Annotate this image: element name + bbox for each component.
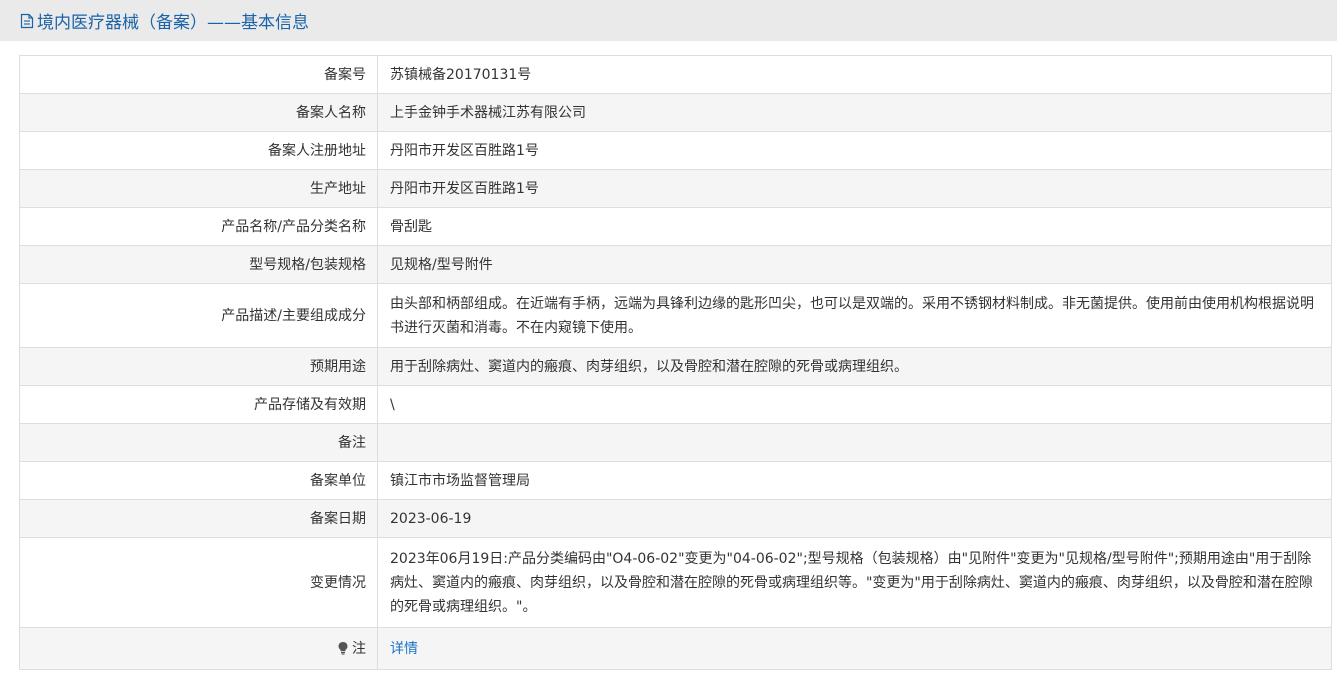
table-row: 备案人注册地址 丹阳市开发区百胜路1号 [19,131,1332,170]
info-table: 备案号 苏镇械备20170131号 备案人名称 上手金钟手术器械江苏有限公司 备… [19,55,1332,670]
row-value: 由头部和柄部组成。在近端有手柄，远端为具锋利边缘的匙形凹尖，也可以是双端的。采用… [377,283,1332,348]
row-label: 备注 [19,423,378,462]
row-value: 苏镇械备20170131号 [377,55,1332,94]
row-value: 2023-06-19 [377,499,1332,538]
info-table-container: 备案号 苏镇械备20170131号 备案人名称 上手金钟手术器械江苏有限公司 备… [19,55,1332,670]
row-label: 备案号 [19,55,378,94]
row-label: 产品存储及有效期 [19,385,378,424]
row-value: 2023年06月19日:产品分类编码由"O4-06-02"变更为"04-06-0… [377,537,1332,628]
table-row: 备注 [19,423,1332,462]
row-value: \ [377,385,1332,424]
row-label: 备案日期 [19,499,378,538]
row-label: 备案人名称 [19,93,378,132]
note-label-cell: 注 [19,627,378,670]
table-row: 备案号 苏镇械备20170131号 [19,55,1332,94]
page-title: 境内医疗器械（备案）——基本信息 [37,13,309,33]
row-value: 用于刮除病灶、窦道内的瘢痕、肉芽组织，以及骨腔和潜在腔隙的死骨或病理组织。 [377,347,1332,386]
row-value [377,423,1332,462]
note-value-cell: 详情 [377,627,1332,670]
page-header: 境内医疗器械（备案）——基本信息 [0,0,1337,41]
row-value: 上手金钟手术器械江苏有限公司 [377,93,1332,132]
row-value: 骨刮匙 [377,207,1332,246]
table-row: 产品名称/产品分类名称 骨刮匙 [19,207,1332,246]
row-label: 备案人注册地址 [19,131,378,170]
table-row: 备案日期 2023-06-19 [19,499,1332,538]
row-label: 变更情况 [19,537,378,628]
row-label: 产品名称/产品分类名称 [19,207,378,246]
row-label: 预期用途 [19,347,378,386]
table-row: 生产地址 丹阳市开发区百胜路1号 [19,169,1332,208]
row-label: 型号规格/包装规格 [19,245,378,284]
table-row: 备案人名称 上手金钟手术器械江苏有限公司 [19,93,1332,132]
note-row: 注 详情 [19,627,1332,670]
document-icon [20,13,34,29]
table-row: 产品描述/主要组成成分 由头部和柄部组成。在近端有手柄，远端为具锋利边缘的匙形凹… [19,283,1332,348]
note-label: 注 [352,640,366,657]
table-row: 备案单位 镇江市市场监督管理局 [19,461,1332,500]
table-row: 变更情况 2023年06月19日:产品分类编码由"O4-06-02"变更为"04… [19,537,1332,628]
row-label: 备案单位 [19,461,378,500]
row-value: 丹阳市开发区百胜路1号 [377,131,1332,170]
details-link[interactable]: 详情 [390,641,418,657]
row-label: 产品描述/主要组成成分 [19,283,378,348]
row-value: 镇江市市场监督管理局 [377,461,1332,500]
table-row: 预期用途 用于刮除病灶、窦道内的瘢痕、肉芽组织，以及骨腔和潜在腔隙的死骨或病理组… [19,347,1332,386]
table-row: 型号规格/包装规格 见规格/型号附件 [19,245,1332,284]
table-row: 产品存储及有效期 \ [19,385,1332,424]
row-label: 生产地址 [19,169,378,208]
lightbulb-icon [337,639,349,655]
row-value: 见规格/型号附件 [377,245,1332,284]
row-value: 丹阳市开发区百胜路1号 [377,169,1332,208]
